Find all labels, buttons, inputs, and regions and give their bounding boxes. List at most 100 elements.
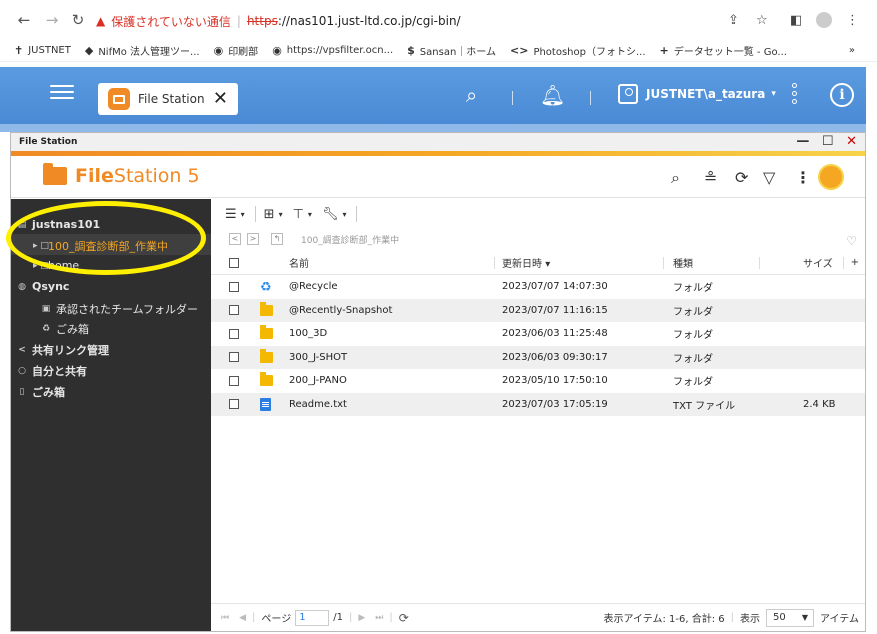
row-checkbox[interactable]	[229, 281, 239, 292]
sidebar-item-2[interactable]: ▸ □ home	[33, 259, 79, 272]
file-type: フォルダ	[673, 353, 713, 365]
parent-folder-icon[interactable]: ↰	[271, 233, 283, 245]
back-nav-icon[interactable]: <	[229, 233, 241, 245]
bookmark-dataset[interactable]: + データセット一覧 - Go...	[660, 43, 787, 58]
user-menu[interactable]: JUSTNET\a_tazura ▾	[618, 84, 776, 104]
sidebar-item-5[interactable]: ♻ ごみ箱	[41, 321, 89, 337]
sidebar-item-label: 共有リンク管理	[32, 344, 109, 357]
per-page-select[interactable]: 50	[766, 608, 814, 627]
add-folder-icon: ⊞	[263, 206, 275, 222]
file-station-logo: File Station 5	[43, 163, 200, 187]
row-checkbox[interactable]	[229, 305, 239, 316]
close-icon[interactable]: ✕	[213, 88, 228, 109]
info-icon[interactable]: i	[830, 83, 854, 107]
file-date: 2023/05/10 17:50:10	[502, 375, 608, 387]
upload-button[interactable]: ⊤ ▾	[293, 207, 312, 222]
table-row[interactable]: Readme.txt 2023/07/03 17:05:19 TXT ファイル 2.4…	[211, 392, 865, 416]
more-icon[interactable]: ⋮	[795, 168, 811, 187]
breadcrumb: < > ↰ 100_調査診断部_作業中	[211, 229, 865, 249]
forward-icon[interactable]: →	[44, 12, 60, 28]
file-table: 名前 更新日時 ▾ 種類 サイズ + ♻ @Recycle 2023/07/07 1…	[211, 251, 865, 416]
folder-icon	[260, 372, 273, 387]
sidebar-item-4[interactable]: ▣ 承認されたチームフォルダー	[41, 301, 198, 317]
page-label: ページ	[261, 614, 292, 625]
sidebar-item-3[interactable]: ◍ Qsync	[17, 280, 69, 293]
bookmark-sansan[interactable]: $ Sansan｜ホーム	[407, 43, 496, 58]
smart-file-filter-icon[interactable]	[818, 164, 844, 190]
menu-icon[interactable]: ⋮	[846, 13, 859, 28]
favorite-icon[interactable]: ♡	[846, 234, 857, 248]
sidebar-item-icon: ♻	[41, 324, 51, 334]
view-mode-button[interactable]: ☰ ▾	[225, 207, 245, 222]
app-tab-file-station[interactable]: File Station ✕	[98, 83, 238, 115]
star-icon[interactable]: ☆	[756, 13, 768, 28]
sidebar-item-label: ごみ箱	[56, 323, 89, 336]
sidebar-item-icon: ▸ □	[33, 241, 49, 251]
prev-page-icon[interactable]: ◀	[239, 613, 246, 623]
sidebar-item-8[interactable]: ▯ ごみ箱	[17, 384, 65, 400]
share-icon[interactable]: ⇪	[728, 13, 739, 28]
last-page-icon[interactable]: ⏭	[375, 613, 383, 623]
sidebar-item-7[interactable]: ○ 自分と共有	[17, 363, 87, 379]
bookmark-print[interactable]: ◉ 印刷部	[214, 43, 259, 58]
sidebar-item-6[interactable]: < 共有リンク管理	[17, 342, 109, 358]
create-button[interactable]: ⊞ ▾	[264, 207, 283, 222]
row-checkbox[interactable]	[229, 328, 239, 339]
items-info: 表示アイテム: 1-6, 合計: 6	[603, 614, 725, 625]
sidebar: ▤ justnas101 ▸ □ 100_調査診断部_作業中 ▸ □ home ◍ Qsync…	[11, 199, 211, 631]
bookmark-icon: ◉	[272, 44, 282, 57]
main-menu-icon[interactable]	[50, 81, 74, 105]
forward-nav-icon[interactable]: >	[247, 233, 259, 245]
minimize-icon[interactable]: —	[796, 134, 809, 149]
row-checkbox[interactable]	[229, 352, 239, 363]
bell-icon[interactable]: 🔔︎	[540, 83, 565, 107]
bookmark-justnet[interactable]: ✝ JUSTNET	[14, 44, 71, 57]
bookmarks-overflow-icon[interactable]: »	[849, 45, 855, 56]
refresh-icon[interactable]: ⟳	[735, 168, 748, 187]
file-station-window: File Station — ☐ ✕ File Station 5 ⌕ ≗ ⟳ ▽…	[10, 132, 866, 632]
search-icon[interactable]: ⌕	[671, 168, 680, 188]
tools-button[interactable]: 🔧︎ ▾	[322, 207, 347, 222]
pagination-bar: ⏮ ◀ | ページ 1 /1 | ▶ ⏭ | ⟳ 表示アイテム: 1-6, 合計…	[211, 603, 865, 631]
col-size[interactable]: サイズ	[803, 255, 833, 270]
folder-icon	[260, 301, 273, 316]
row-checkbox[interactable]	[229, 399, 239, 410]
page-input[interactable]: 1	[295, 609, 330, 626]
refresh-icon[interactable]: ⟳	[399, 611, 409, 625]
col-name[interactable]: 名前	[289, 255, 309, 270]
reload-icon[interactable]: ↻	[70, 12, 86, 28]
table-row[interactable]: 300_J-SHOT 2023/06/03 09:30:17 フォルダ	[211, 345, 865, 369]
profile-icon[interactable]	[816, 12, 832, 28]
sidebar-item-1[interactable]: ▸ □ 100_調査診断部_作業中	[33, 238, 168, 254]
more-options-icon[interactable]	[792, 83, 802, 107]
back-icon[interactable]: ←	[16, 12, 32, 28]
search-icon[interactable]: ⌕	[466, 83, 477, 107]
bookmark-photoshop[interactable]: <> Photoshop（フォトシ...	[510, 43, 646, 58]
sidebar-item-label: 100_調査診断部_作業中	[48, 240, 168, 253]
url-text: ://nas101.just-ltd.co.jp/cgi-bin/	[277, 14, 461, 28]
sidebar-item-0[interactable]: ▤ justnas101	[17, 218, 100, 231]
col-type[interactable]: 種類	[673, 255, 693, 270]
sidepanel-icon[interactable]: ◧	[790, 13, 802, 28]
first-page-icon[interactable]: ⏮	[221, 613, 229, 623]
col-date[interactable]: 更新日時 ▾	[502, 255, 550, 270]
filter-icon[interactable]: ▽	[763, 168, 775, 187]
table-row[interactable]: 100_3D 2023/06/03 11:25:48 フォルダ	[211, 322, 865, 346]
bookmark-nifmo[interactable]: ◆ NifMo 法人管理ツー...	[85, 43, 200, 58]
bookmark-vpsfilter[interactable]: ◉ https://vpsfilter.ocn...	[272, 44, 393, 57]
table-row[interactable]: 200_J-PANO 2023/05/10 17:50:10 フォルダ	[211, 369, 865, 393]
next-page-icon[interactable]: ▶	[358, 613, 365, 623]
row-checkbox[interactable]	[229, 375, 239, 386]
address-bar[interactable]: ▲ 保護されていない通信 | https ://nas101.just-ltd.…	[96, 9, 782, 33]
window-title-bar: File Station — ☐ ✕	[11, 133, 865, 151]
table-row[interactable]: ♻ @Recycle 2023/07/07 14:07:30 フォルダ	[211, 275, 865, 299]
sidebar-item-icon: ▯	[19, 387, 25, 397]
sidebar-item-icon: <	[18, 345, 26, 355]
maximize-icon[interactable]: ☐	[822, 134, 834, 149]
table-row[interactable]: @Recently-Snapshot 2023/07/07 11:16:15 フォル…	[211, 298, 865, 322]
window-close-icon[interactable]: ✕	[846, 134, 857, 149]
background-task-icon[interactable]: ≗	[704, 168, 717, 187]
add-column-icon[interactable]: +	[851, 257, 859, 268]
select-all-checkbox[interactable]	[229, 257, 239, 268]
bookmark-icon: ◆	[84, 44, 94, 57]
